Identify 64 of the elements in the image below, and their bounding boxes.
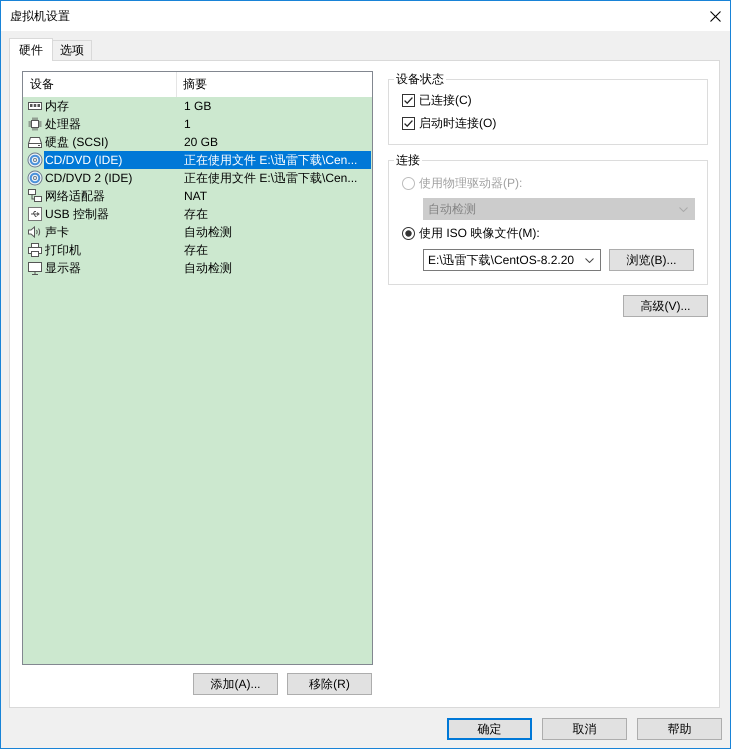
column-header[interactable]: 摘要 [183, 76, 207, 93]
disc-icon [27, 152, 43, 168]
cancel-button[interactable]: 取消 [542, 718, 627, 740]
browse-button[interactable]: 浏览(B)... [609, 249, 694, 271]
radio-button[interactable] [402, 226, 415, 240]
close-icon[interactable] [710, 10, 721, 22]
device-summary: 20 GB [183, 135, 218, 149]
device-row[interactable]: 硬盘 (SCSI) 20 GB [44, 133, 371, 151]
device-row[interactable]: 声卡 自动检测 [44, 223, 371, 241]
speaker-icon [27, 224, 43, 240]
checkbox[interactable] [402, 94, 415, 106]
window-title: 虚拟机设置 [10, 8, 70, 24]
device-row[interactable]: 打印机 存在 [44, 241, 371, 259]
device-row[interactable]: 内存 1 GB [44, 97, 371, 115]
device-summary: NAT [183, 189, 208, 203]
device-name: 声卡 [44, 224, 70, 240]
device-row[interactable]: 处理器 1 [44, 115, 371, 133]
chevron-down-icon [585, 258, 594, 262]
device-name: CD/DVD 2 (IDE) [44, 171, 134, 185]
checkbox-label[interactable]: 启动时连接(O) [419, 114, 496, 132]
group-title: 连接 [395, 152, 421, 168]
device-name: 硬盘 (SCSI) [44, 134, 110, 150]
device-list[interactable]: 设备 摘要 内存 1 GB 处理器 1 硬盘 (SCSI) 20 GB CD/DVD (IDE) 正在使用文件 E:\迅雷下载\Cen... CD/DVD 2 (IDE) 正在使用文件 E:\迅雷下载\Cen... 网络适配器 NAT USB 控制器 存在 声卡 自动检测 打印机 存在 显示器 自动检测 [22, 71, 373, 665]
column-header[interactable]: 设备 [30, 76, 54, 93]
device-summary: 自动检测 [183, 260, 232, 276]
device-summary: 正在使用文件 E:\迅雷下载\Cen... [183, 152, 358, 168]
device-name: 网络适配器 [44, 188, 106, 204]
hard-drive-icon [27, 134, 43, 150]
usb-icon [27, 206, 43, 222]
device-name: CD/DVD (IDE) [44, 153, 124, 167]
device-name: 内存 [44, 98, 70, 114]
add-button[interactable]: 添加(A)... [193, 673, 278, 695]
device-summary: 1 [183, 117, 191, 131]
printer-icon [27, 242, 43, 258]
help-button[interactable]: 帮助 [637, 718, 722, 740]
device-row[interactable]: 显示器 自动检测 [44, 259, 371, 277]
computers-icon [27, 188, 43, 204]
advanced-button[interactable]: 高级(V)... [623, 295, 708, 317]
device-summary: 1 GB [183, 99, 212, 113]
device-row[interactable]: CD/DVD (IDE) 正在使用文件 E:\迅雷下载\Cen... [44, 151, 371, 169]
device-summary: 正在使用文件 E:\迅雷下载\Cen... [183, 170, 358, 186]
checkbox[interactable] [402, 116, 415, 130]
checkbox-label[interactable]: 已连接(C) [419, 92, 472, 108]
chip-icon [27, 116, 43, 132]
device-name: 打印机 [44, 242, 82, 258]
file-path-combobox[interactable]: E:\迅雷下载\CentOS-8.2.20 [423, 249, 601, 271]
device-name: 显示器 [44, 260, 82, 276]
disc-icon [27, 170, 43, 186]
device-row[interactable]: USB 控制器 存在 [44, 205, 371, 223]
group-title: 设备状态 [395, 71, 445, 87]
device-row[interactable]: CD/DVD 2 (IDE) 正在使用文件 E:\迅雷下载\Cen... [44, 169, 371, 187]
device-summary: 存在 [183, 242, 208, 258]
radio-label[interactable]: 使用 ISO 映像文件(M): [419, 224, 540, 242]
device-name: USB 控制器 [44, 206, 110, 222]
monitor-icon [27, 260, 43, 276]
device-summary: 存在 [183, 206, 208, 222]
tab[interactable]: 选项 [52, 40, 92, 60]
device-row[interactable]: 网络适配器 NAT [44, 187, 371, 205]
chevron-down-icon [679, 206, 688, 212]
device-summary: 自动检测 [183, 224, 232, 240]
tab[interactable]: 硬件 [9, 38, 53, 61]
device-name: 处理器 [44, 116, 82, 132]
remove-button[interactable]: 移除(R) [287, 673, 372, 695]
ok-button[interactable]: 确定 [447, 718, 532, 740]
